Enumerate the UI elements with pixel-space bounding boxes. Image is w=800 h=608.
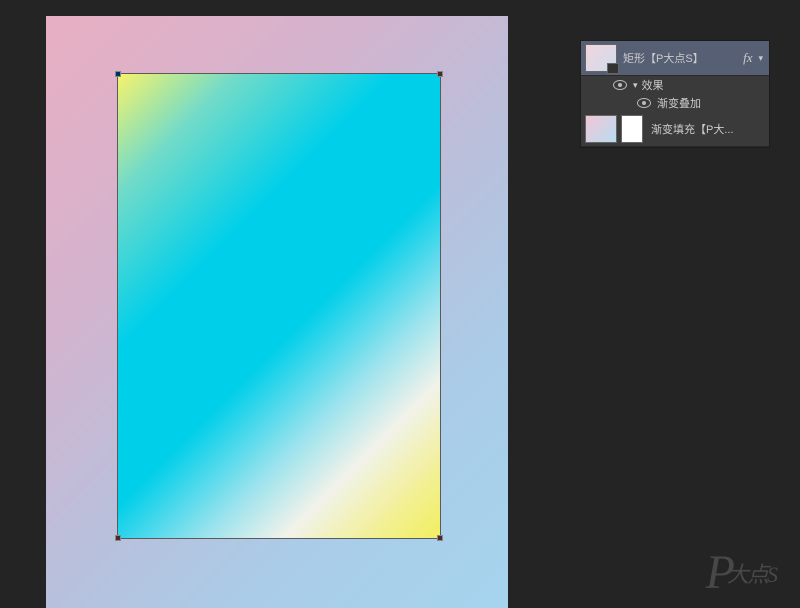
layer-thumbnail-icon[interactable]	[585, 44, 617, 72]
transform-handle-bottom-left[interactable]	[115, 535, 121, 541]
layer-item-shape[interactable]: 矩形【P大点S】 fx ▾	[581, 41, 769, 76]
watermark-suffix: 大点S	[727, 562, 776, 587]
transform-handle-top-right[interactable]	[437, 71, 443, 77]
chevron-down-icon[interactable]: ▾	[756, 53, 769, 64]
transform-handle-bottom-right[interactable]	[437, 535, 443, 541]
layers-panel: 矩形【P大点S】 fx ▾ ▾ 效果 渐变叠加 渐变填充【P大...	[580, 40, 770, 148]
layer-item-gradient-fill[interactable]: 渐变填充【P大...	[581, 112, 769, 147]
effect-name: 渐变叠加	[657, 95, 701, 111]
watermark-logo: P大点S	[706, 545, 776, 600]
layer-fx-icon[interactable]: fx	[739, 50, 756, 66]
selected-shape-rect[interactable]	[118, 74, 440, 538]
visibility-eye-icon[interactable]	[613, 80, 627, 90]
effects-label: 效果	[642, 77, 664, 93]
canvas-artboard[interactable]	[46, 16, 508, 608]
layer-name: 矩形【P大点S】	[619, 50, 739, 66]
transform-handle-top-left[interactable]	[115, 71, 121, 77]
layer-effects-header[interactable]: ▾ 效果	[581, 76, 769, 94]
layer-thumbnail-icon[interactable]	[585, 115, 617, 143]
layer-name: 渐变填充【P大...	[647, 121, 769, 137]
visibility-eye-icon[interactable]	[637, 98, 651, 108]
layer-mask-thumbnail[interactable]	[621, 115, 643, 143]
layer-effect-gradient-overlay[interactable]: 渐变叠加	[581, 94, 769, 112]
chevron-down-icon[interactable]: ▾	[633, 80, 638, 91]
